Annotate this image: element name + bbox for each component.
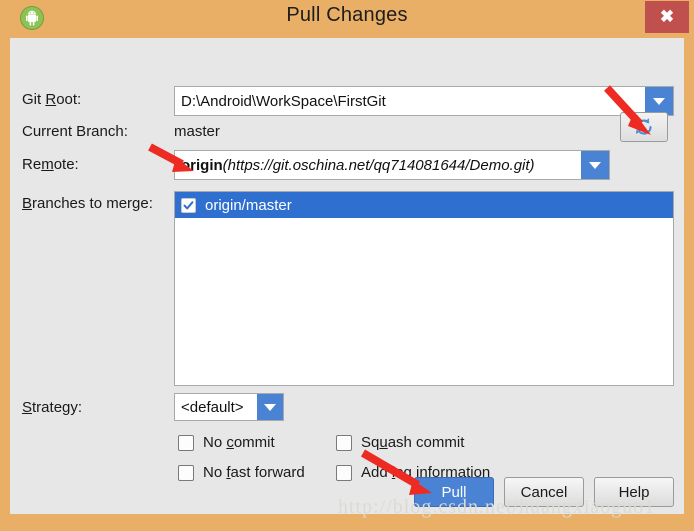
no-fast-forward-checkbox[interactable]: No fast forward xyxy=(178,464,305,481)
checkbox-unchecked-icon[interactable] xyxy=(336,434,352,451)
refresh-icon xyxy=(636,118,652,135)
refresh-remotes-button[interactable] xyxy=(620,112,668,142)
remote-name: origin xyxy=(181,156,223,174)
list-item[interactable]: origin/master xyxy=(175,192,673,218)
title-bar: Pull Changes ✖ xyxy=(0,0,694,38)
checkbox-unchecked-icon[interactable] xyxy=(336,464,352,481)
strategy-value: <default> xyxy=(181,398,244,416)
strategy-label: Strategy: xyxy=(22,399,83,416)
close-button[interactable]: ✖ xyxy=(645,1,689,33)
watermark-text: http://blog.csdn.net/huangxiaoguo1 xyxy=(338,496,656,518)
remote-label: Remote: xyxy=(22,156,79,173)
pull-changes-dialog: Pull Changes ✖ Git Root: D:\Android\Work… xyxy=(0,0,694,531)
checkbox-unchecked-icon[interactable] xyxy=(178,464,194,481)
chevron-down-icon[interactable] xyxy=(257,394,283,420)
list-item-label: origin/master xyxy=(205,196,292,214)
dialog-content: Git Root: D:\Android\WorkSpace\FirstGit … xyxy=(10,38,684,518)
no-fast-forward-label: No fast forward xyxy=(203,464,305,481)
no-commit-label: No commit xyxy=(203,434,275,451)
window-title: Pull Changes xyxy=(286,4,408,26)
git-root-value: D:\Android\WorkSpace\FirstGit xyxy=(181,92,386,110)
git-root-label: Git Root: xyxy=(22,91,82,108)
remote-value: origin(https://git.oschina.net/qq7140816… xyxy=(175,157,581,174)
branches-to-merge-label: Branches to merge: xyxy=(22,195,153,212)
chevron-down-icon[interactable] xyxy=(645,87,673,115)
no-commit-checkbox[interactable]: No commit xyxy=(178,434,275,451)
squash-commit-label: Squash commit xyxy=(361,434,465,451)
chevron-down-icon[interactable] xyxy=(581,151,609,179)
remote-combobox[interactable]: origin(https://git.oschina.net/qq7140816… xyxy=(174,150,610,180)
remote-url: (https://git.oschina.net/qq714081644/Dem… xyxy=(222,156,535,174)
squash-commit-checkbox[interactable]: Squash commit xyxy=(336,434,464,451)
git-root-combobox[interactable]: D:\Android\WorkSpace\FirstGit xyxy=(174,86,674,116)
checkbox-checked-icon[interactable] xyxy=(181,197,196,213)
branches-list[interactable]: origin/master xyxy=(174,191,674,386)
strategy-combobox[interactable]: <default> xyxy=(174,393,284,421)
close-icon: ✖ xyxy=(659,7,675,26)
current-branch-value: master xyxy=(174,123,220,140)
current-branch-label: Current Branch: xyxy=(22,123,128,140)
checkbox-unchecked-icon[interactable] xyxy=(178,434,194,451)
